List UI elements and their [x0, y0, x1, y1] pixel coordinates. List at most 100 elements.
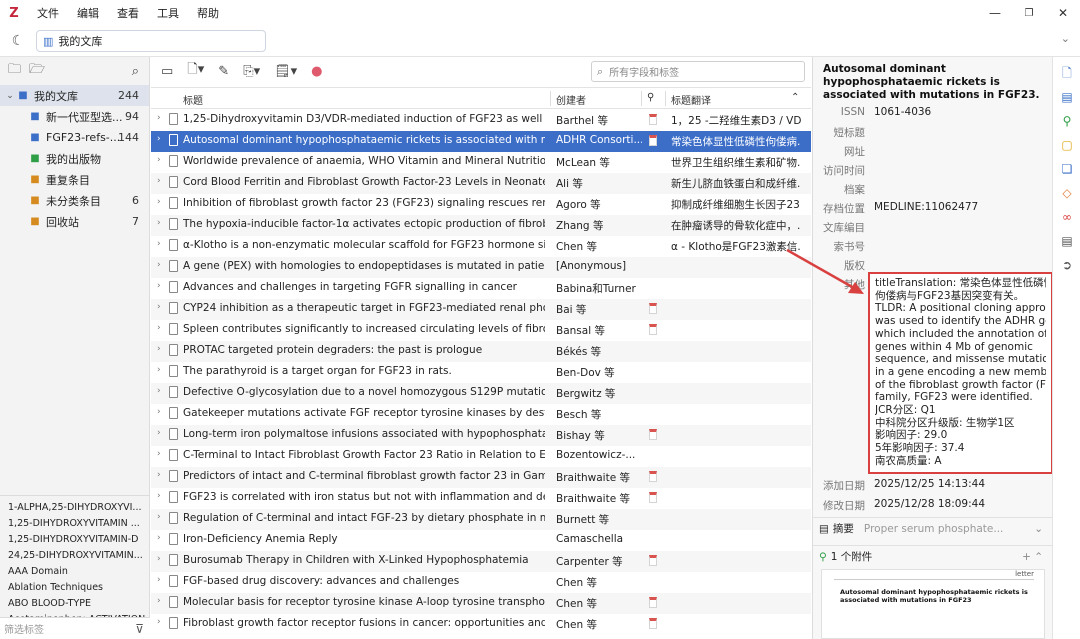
table-row[interactable]: › PROTAC targeted protein degraders: the … — [151, 341, 811, 362]
column-translation[interactable]: 标题翻译 — [671, 92, 711, 107]
pdf-icon[interactable] — [649, 618, 657, 629]
tag-item[interactable]: 1,25-DIHYDROXYVITAMIN ... — [8, 516, 150, 532]
table-row[interactable]: › Advances and challenges in targeting FG… — [151, 278, 811, 299]
attachments-section[interactable]: ⚲ 1 个附件 + ⌃ — [813, 545, 1052, 567]
pdf-icon[interactable] — [649, 555, 657, 566]
table-row[interactable]: › CYP24 inhibition as a therapeutic targe… — [151, 299, 811, 320]
magic-wand-icon[interactable]: ✎ — [218, 64, 229, 79]
collection-item[interactable]: ■ 重复条目 — [0, 169, 149, 190]
abstract-icon[interactable]: ▤ — [1053, 85, 1080, 109]
tag-filter-input[interactable]: 筛选标签 — [4, 621, 44, 636]
tag-item[interactable]: 1-ALPHA,25-DIHYDROXYVI... — [8, 500, 150, 516]
info-icon[interactable]: 🗋 — [1053, 61, 1080, 85]
chevron-right-icon[interactable]: › — [157, 365, 161, 375]
table-row[interactable]: › Molecular basis for receptor tyrosine k… — [151, 593, 811, 614]
table-row[interactable]: › The hypoxia-inducible factor-1α activat… — [151, 215, 811, 236]
table-row[interactable]: › Predictors of intact and C-terminal fib… — [151, 467, 811, 488]
chevron-right-icon[interactable]: › — [157, 281, 161, 291]
new-item-icon[interactable]: 🗋▾ — [187, 60, 204, 82]
table-row[interactable]: › Inhibition of fibroblast growth factor … — [151, 194, 811, 215]
table-row[interactable]: › Worldwide prevalence of anaemia, WHO Vi… — [151, 152, 811, 173]
menu-tools[interactable]: 工具 — [148, 5, 188, 21]
column-creator[interactable]: 创建者 — [556, 92, 586, 107]
field-value[interactable]: 1061-4036 — [874, 106, 931, 118]
table-row[interactable]: › Cord Blood Ferritin and Fibroblast Grow… — [151, 173, 811, 194]
chevron-right-icon[interactable]: › — [157, 554, 161, 564]
add-attachment-button[interactable]: + ⌃ — [1022, 551, 1043, 563]
tag-item[interactable]: ABO BLOOD-TYPE — [8, 596, 150, 612]
chevron-right-icon[interactable]: › — [157, 260, 161, 270]
collection-item[interactable]: ■ 我的出版物 — [0, 148, 149, 169]
chevron-right-icon[interactable]: › — [157, 239, 161, 249]
collection-item[interactable]: ■ 新一代亚型选... 94 — [0, 106, 149, 127]
chevron-right-icon[interactable]: › — [157, 449, 161, 459]
chevron-right-icon[interactable]: › — [157, 218, 161, 228]
table-row[interactable]: › Gatekeeper mutations activate FGF recep… — [151, 404, 811, 425]
tag-item[interactable]: Ablation Techniques — [8, 580, 150, 596]
chevron-right-icon[interactable]: › — [157, 197, 161, 207]
table-row[interactable]: › Regulation of C-terminal and intact FGF… — [151, 509, 811, 530]
column-attachment-icon[interactable]: ⚲ — [647, 92, 654, 103]
pdf-icon[interactable] — [649, 303, 657, 314]
menu-file[interactable]: 文件 — [28, 5, 68, 21]
sort-ascending-icon[interactable]: ⌃ — [791, 92, 799, 103]
attachments-icon[interactable]: ⚲ — [1053, 109, 1080, 133]
chevron-down-icon[interactable]: ⌄ — [1061, 32, 1070, 45]
table-row[interactable]: › α-Klotho is a non-enzymatic molecular s… — [151, 236, 811, 257]
filter-icon[interactable]: ⊽ — [135, 622, 144, 636]
chevron-down-icon[interactable]: ⌄ — [4, 91, 16, 101]
chevron-right-icon[interactable]: › — [157, 596, 161, 606]
pdf-icon[interactable] — [649, 429, 657, 440]
table-row[interactable]: › C-Terminal to Intact Fibroblast Growth … — [151, 446, 811, 467]
notes-icon[interactable]: ▢ — [1053, 133, 1080, 157]
attachment-preview[interactable]: letter Autosomal dominant hypophosphatae… — [821, 569, 1045, 639]
field-value[interactable]: MEDLINE:11062477 — [874, 201, 978, 213]
chevron-right-icon[interactable]: › — [157, 575, 161, 585]
chevron-right-icon[interactable]: › — [157, 617, 161, 627]
search-field[interactable]: ⌕ 所有字段和标签 — [591, 61, 805, 82]
chevron-right-icon[interactable]: › — [157, 491, 161, 501]
chevron-right-icon[interactable]: › — [157, 176, 161, 186]
menu-edit[interactable]: 编辑 — [68, 5, 108, 21]
table-row[interactable]: › Autosomal dominant hypophosphataemic ri… — [151, 131, 811, 152]
related-icon[interactable]: ∞ — [1053, 205, 1080, 229]
search-icon[interactable]: ⌕ — [132, 64, 139, 79]
pdf-icon[interactable] — [649, 492, 657, 503]
chevron-right-icon[interactable]: › — [157, 386, 161, 396]
column-title[interactable]: 标题 — [183, 92, 203, 107]
table-row[interactable]: › FGF-based drug discovery: advances and … — [151, 572, 811, 593]
table-row[interactable]: › Iron-Deficiency Anemia Reply Camaschella — [151, 530, 811, 551]
collection-item[interactable]: ■ FGF23-refs-... 144 — [0, 127, 149, 148]
add-attachment-icon[interactable]: ⎘▾ — [243, 64, 260, 79]
new-note-icon[interactable]: 🗒▾ — [274, 64, 297, 79]
collection-item[interactable]: ■ 未分类条目 6 — [0, 190, 149, 211]
extra-field-box[interactable]: titleTranslation: 常染色体显性低磷性 佝偻病与FGF23基因突变… — [868, 272, 1052, 474]
pdf-icon[interactable] — [649, 471, 657, 482]
chevron-right-icon[interactable]: › — [157, 512, 161, 522]
collection-item[interactable]: ⌄ ■ 我的文库 244 — [0, 85, 149, 106]
chevron-right-icon[interactable]: › — [157, 344, 161, 354]
pdf-icon[interactable] — [649, 135, 657, 146]
chevron-right-icon[interactable]: › — [157, 407, 161, 417]
table-row[interactable]: › The parathyroid is a target organ for F… — [151, 362, 811, 383]
chevron-right-icon[interactable]: › — [157, 113, 161, 123]
new-collection-icon[interactable]: 🗀 — [8, 60, 21, 82]
chevron-right-icon[interactable]: › — [157, 155, 161, 165]
new-feed-icon[interactable]: 🗁 — [29, 60, 45, 82]
chevron-right-icon[interactable]: › — [157, 323, 161, 333]
pdf-icon[interactable] — [649, 114, 657, 125]
libraries-collections-icon[interactable]: ❏ — [1053, 157, 1080, 181]
pdf-icon[interactable] — [649, 597, 657, 608]
chevron-right-icon[interactable]: › — [157, 134, 161, 144]
chevron-right-icon[interactable]: › — [157, 302, 161, 312]
table-row[interactable]: › Defective O-glycosylation due to a nove… — [151, 383, 811, 404]
close-button[interactable]: ✕ — [1046, 0, 1080, 26]
toggle-pane-icon[interactable]: ▭ — [161, 64, 173, 79]
chevron-right-icon[interactable]: › — [157, 428, 161, 438]
locate-icon[interactable]: ➲ — [1053, 253, 1080, 277]
chevron-right-icon[interactable]: › — [157, 470, 161, 480]
maximize-button[interactable]: ❐ — [1012, 0, 1046, 26]
chevron-down-icon[interactable]: ⌄ — [1034, 523, 1043, 535]
minimize-button[interactable]: — — [978, 0, 1012, 26]
sidenav-extra-icon[interactable]: ▤ — [1053, 229, 1080, 253]
